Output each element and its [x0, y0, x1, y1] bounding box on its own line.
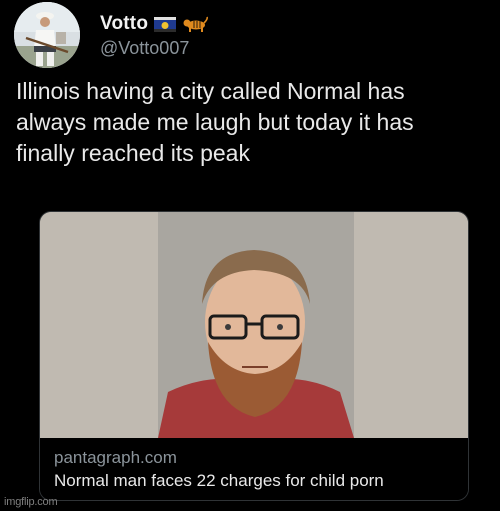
display-name[interactable]: Votto — [100, 13, 148, 35]
link-card-domain: pantagraph.com — [54, 448, 177, 467]
watermark: imgflip.com — [4, 496, 58, 508]
mugshot-photo — [40, 212, 468, 438]
link-card-title[interactable]: Normal man faces 22 charges for child po… — [54, 471, 384, 491]
link-card-image — [40, 212, 468, 438]
user-handle[interactable]: @Votto007 — [100, 38, 208, 59]
avatar-photo — [14, 2, 80, 68]
tweet: Votto @Votto007 Illinois having a city c… — [0, 0, 500, 511]
avatar[interactable] — [14, 2, 80, 68]
display-name-row: Votto — [100, 12, 209, 36]
tweet-text: Illinois having a city called Normal has… — [16, 78, 414, 166]
link-card[interactable]: pantagraph.com Normal man faces 22 charg… — [39, 211, 469, 501]
flag-icon — [154, 16, 177, 32]
author-block: Votto @Votto007 — [100, 12, 209, 59]
link-card-meta: pantagraph.com Normal man faces 22 charg… — [40, 438, 468, 500]
tiger-icon — [182, 16, 209, 32]
